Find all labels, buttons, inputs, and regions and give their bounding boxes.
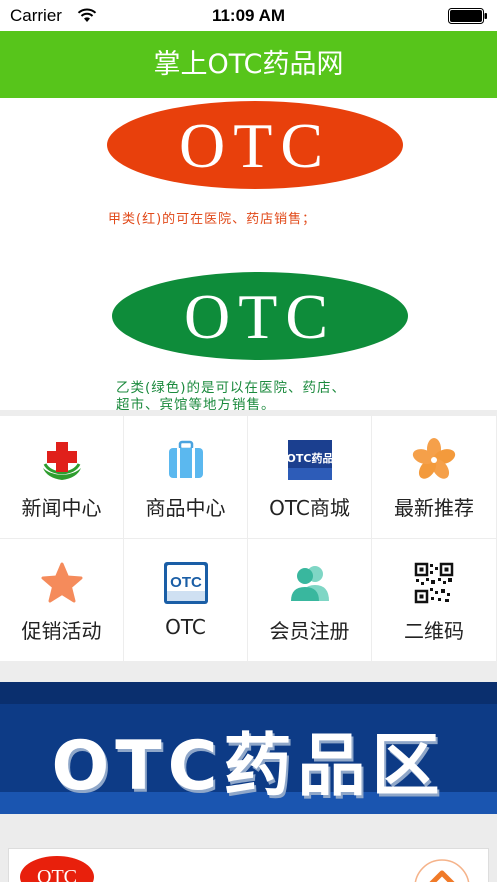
bottom-card[interactable]: OTC: [8, 848, 489, 882]
red-cross-icon: [42, 442, 81, 480]
otc-logos: OTC OTC: [107, 101, 408, 360]
otc-pharmacy-icon-text: OTC药品: [287, 451, 333, 465]
page-title: 掌上OTC药品网: [153, 49, 344, 80]
menu-item-products[interactable]: 商品中心: [124, 416, 247, 538]
menu-item-label: OTC商城: [269, 496, 350, 520]
otc-logo-icon: OTC: [20, 856, 94, 882]
red-otc-caption: 甲类(红)的可在医院、药店销售；: [108, 212, 317, 227]
menu-item-news[interactable]: 新闻中心: [0, 416, 123, 538]
green-otc-logo-text: OTC: [184, 281, 336, 352]
menu-grid: 新闻中心 商品中心 OTC药品 OTC商城 最新推荐 促销活动 OTC OTC …: [0, 416, 497, 661]
home-icon: [414, 859, 470, 882]
otc-pharmacy-icon: OTC药品: [287, 440, 333, 480]
menu-item-member-register[interactable]: 会员注册: [248, 539, 371, 661]
menu-grid-area: 新闻中心 商品中心 OTC药品 OTC商城 最新推荐 促销活动 OTC OTC …: [0, 410, 497, 682]
menu-item-label: 促销活动: [21, 619, 102, 643]
otc-info-banner: OTC OTC 甲类(红)的可在医院、药店销售； 乙类(绿色)的是可以在医院、药…: [0, 98, 497, 413]
battery-icon: [448, 8, 487, 24]
menu-item-label: 会员注册: [269, 619, 350, 643]
luggage-icon: [168, 440, 203, 478]
menu-item-qr-code[interactable]: 二维码: [372, 539, 496, 661]
menu-item-otc-mall[interactable]: OTC药品 OTC商城: [248, 416, 371, 538]
otc-zone-banner[interactable]: OTC药品区: [0, 682, 497, 814]
bottom-section: OTC: [0, 814, 497, 882]
red-otc-logo-text: OTC: [179, 110, 331, 181]
menu-item-label: 二维码: [404, 619, 464, 643]
menu-item-promotions[interactable]: 促销活动: [0, 539, 123, 661]
status-bar: Carrier 11:09 AM: [0, 0, 497, 31]
nav-bar: 掌上OTC药品网: [0, 31, 497, 98]
bottom-otc-logo-text: OTC: [37, 866, 77, 882]
flower-icon: [412, 438, 456, 479]
menu-item-otc[interactable]: OTC OTC: [124, 539, 247, 661]
menu-item-label: 商品中心: [145, 496, 226, 520]
qr-code-icon: [414, 562, 454, 604]
menu-item-recommended[interactable]: 最新推荐: [372, 416, 496, 538]
zone-banner-text: OTC药品区: [51, 727, 446, 806]
menu-item-label: OTC: [165, 615, 206, 639]
otc-badge-icon: OTC: [163, 562, 208, 604]
otc-badge-icon-text: OTC: [170, 574, 202, 591]
users-icon: [290, 566, 329, 601]
menu-item-label: 新闻中心: [21, 496, 102, 520]
star-icon: [41, 562, 82, 603]
zone-top-stripe: [0, 682, 497, 704]
menu-item-label: 最新推荐: [394, 496, 474, 520]
clock-label: 11:09 AM: [211, 6, 286, 25]
